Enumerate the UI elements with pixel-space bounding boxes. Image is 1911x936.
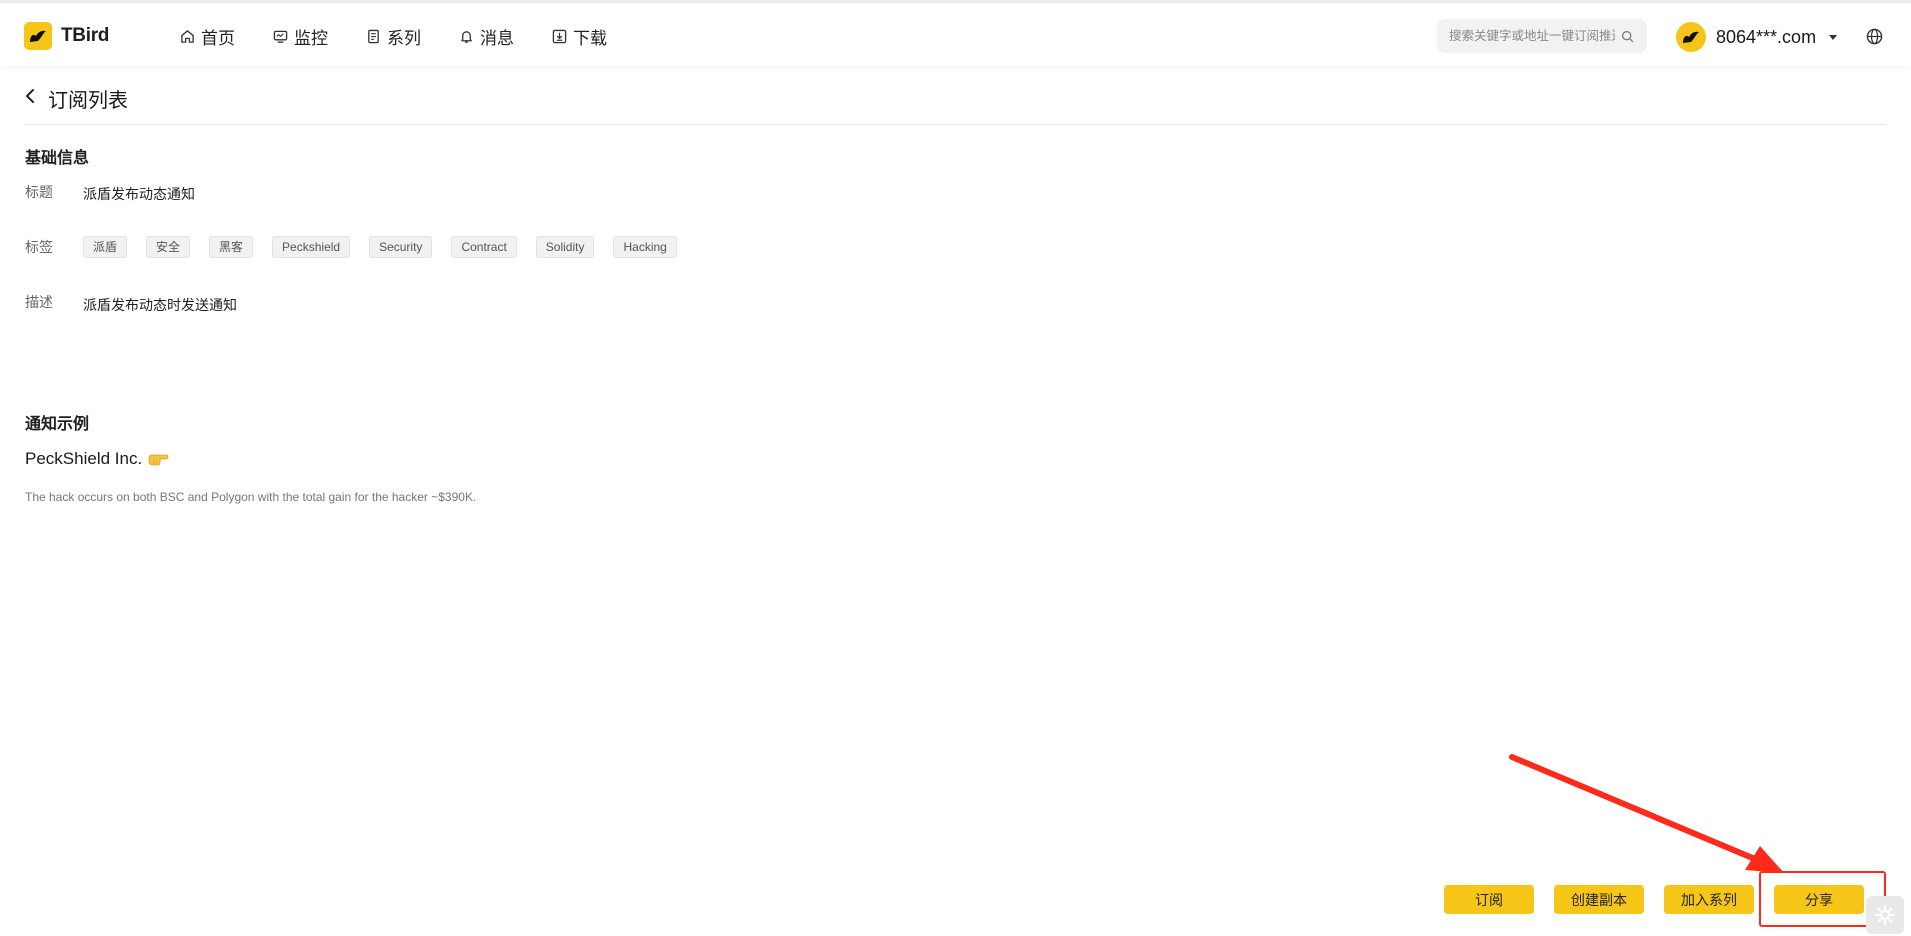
back-arrow-icon[interactable]: [24, 88, 36, 104]
description-value: 派盾发布动态时发送通知: [83, 297, 237, 313]
tag: Contract: [451, 236, 517, 258]
basic-info-heading: 基础信息: [25, 150, 90, 167]
avatar: [1676, 22, 1706, 52]
tag: Peckshield: [272, 236, 351, 258]
bell-icon: [461, 31, 472, 43]
nav-series[interactable]: 系列: [366, 24, 421, 49]
main-nav: 首页 监控 系列 消息 下载: [180, 24, 645, 49]
nav-home[interactable]: 首页: [180, 24, 235, 49]
tag: Solidity: [535, 236, 595, 258]
globe-icon[interactable]: [1866, 28, 1883, 45]
annotation-arrow: [1509, 754, 1784, 873]
home-icon: [181, 30, 194, 43]
search-icon[interactable]: [1621, 30, 1634, 43]
search-box: [1437, 19, 1647, 53]
nav-home-label: 首页: [201, 29, 235, 48]
create-copy-button[interactable]: 创建副本: [1554, 885, 1644, 914]
nav-download-label: 下载: [573, 29, 607, 48]
brand-name: TBird: [61, 25, 110, 46]
monitor-icon: [273, 30, 288, 43]
tag-list: 派盾 安全 黑客 Peckshield Security Contract So…: [83, 236, 696, 258]
series-icon: [368, 29, 379, 44]
tag: Hacking: [613, 236, 677, 258]
download-icon: [552, 29, 567, 44]
example-body-text: The hack occurs on both BSC and Polygon …: [25, 490, 477, 504]
example-source-name: PeckShield Inc.: [25, 449, 143, 468]
subscribe-button[interactable]: 订阅: [1444, 885, 1534, 914]
nav-messages[interactable]: 消息: [459, 24, 514, 49]
user-avatar-icon: [1683, 31, 1699, 43]
gear-icon: [1875, 905, 1895, 925]
floating-settings-widget[interactable]: [1866, 896, 1904, 934]
nav-download[interactable]: 下载: [552, 24, 607, 49]
nav-monitor-label: 监控: [294, 29, 328, 48]
caret-down-icon: [1829, 34, 1838, 40]
example-source: PeckShield Inc.: [25, 449, 170, 469]
user-name: 8064***.com: [1716, 26, 1817, 47]
top-header: TBird 首页 监控 系列 消息 下载 搜索关键字或地址一键订阅推送 8064…: [0, 0, 1911, 66]
add-to-series-button[interactable]: 加入系列: [1664, 885, 1754, 914]
tag: Security: [369, 236, 433, 258]
search-input[interactable]: [1447, 28, 1617, 44]
page-title: 订阅列表: [48, 90, 128, 112]
tag: 派盾: [83, 236, 128, 258]
pointing-hand-icon: [148, 454, 169, 466]
page-title-bar: 订阅列表: [24, 80, 1886, 125]
tags-label: 标签: [25, 239, 53, 255]
description-label: 描述: [25, 294, 53, 310]
tbird-logo-icon: [24, 22, 52, 50]
title-value: 派盾发布动态通知: [83, 186, 195, 202]
nav-series-label: 系列: [387, 29, 421, 48]
user-menu[interactable]: 8064***.com: [1676, 22, 1838, 52]
nav-messages-label: 消息: [480, 29, 514, 48]
tag: 安全: [146, 236, 191, 258]
title-label: 标题: [25, 184, 53, 200]
example-heading: 通知示例: [25, 416, 90, 433]
brand-logo[interactable]: TBird: [24, 22, 109, 50]
tag: 黑客: [209, 236, 254, 258]
nav-monitor[interactable]: 监控: [273, 24, 328, 49]
